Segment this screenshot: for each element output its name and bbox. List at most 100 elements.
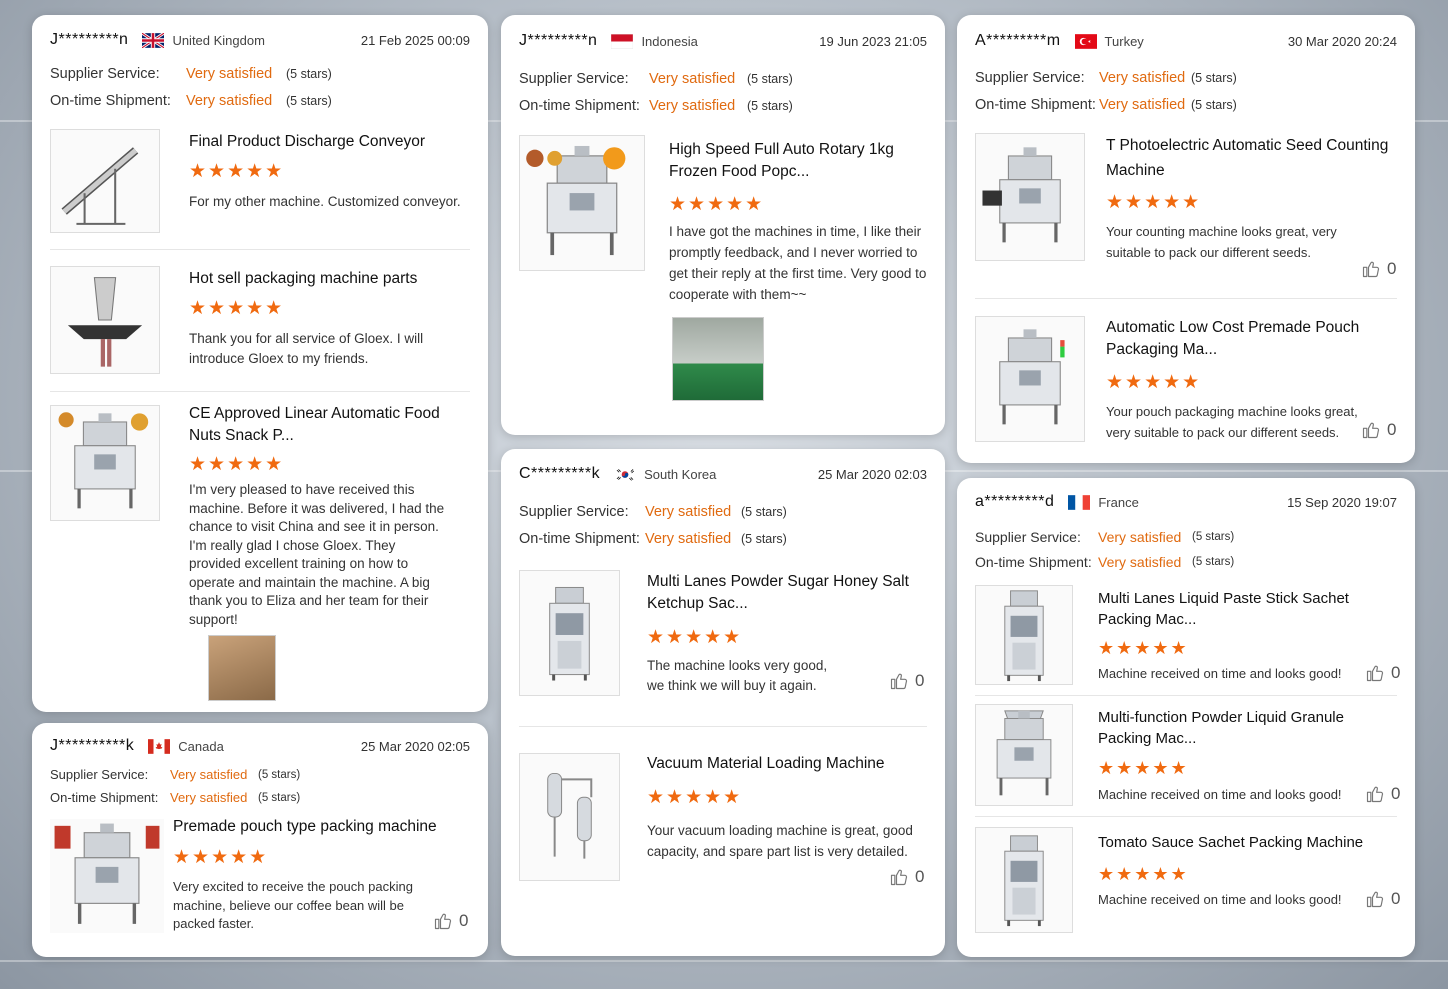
review-photo[interactable]: [672, 317, 764, 401]
like-button[interactable]: 0: [1361, 259, 1396, 279]
star-rating: ★★★★★: [1106, 372, 1202, 393]
like-button[interactable]: 0: [1361, 420, 1396, 440]
stars-count: (5 stars): [258, 791, 301, 804]
turkey-flag-icon: [1074, 33, 1097, 49]
product-title[interactable]: Hot sell packaging machine parts: [189, 268, 469, 290]
shipment-label: On-time Shipment:: [975, 97, 1096, 113]
review-comment: I'm very pleased to have received this m…: [189, 482, 445, 627]
review-comment: I have got the machines in time, I like …: [669, 224, 927, 302]
like-button[interactable]: 0: [433, 911, 468, 931]
product-title[interactable]: Vacuum Material Loading Machine: [647, 753, 917, 775]
supplier-service-label: Supplier Service:: [975, 70, 1085, 86]
like-button[interactable]: 0: [1365, 663, 1400, 683]
stars-count: (5 stars): [741, 505, 787, 519]
star-rating: ★★★★★: [669, 194, 765, 215]
product-image[interactable]: [519, 753, 620, 881]
review-comment: The machine looks very good, we think we…: [647, 658, 828, 693]
like-count: 0: [1391, 889, 1401, 908]
like-count: 0: [915, 671, 925, 690]
thumbs-up-icon: [433, 911, 453, 931]
stars-count: (5 stars): [1192, 531, 1235, 543]
product-title[interactable]: Multi Lanes Liquid Paste Stick Sachet Pa…: [1098, 588, 1388, 630]
product-title[interactable]: Final Product Discharge Conveyor: [189, 131, 469, 153]
product-image[interactable]: [975, 827, 1073, 933]
review-card-indonesia: J*********n Indonesia 19 Jun 2023 21:05 …: [501, 15, 945, 435]
like-count: 0: [459, 911, 469, 930]
reviewer-country: Indonesia: [641, 33, 698, 49]
reviewer-name: J*********n: [50, 31, 129, 48]
supplier-service-rating: Supplier Service: Very satisfied (5 stars): [975, 70, 1237, 86]
product-image[interactable]: [50, 266, 160, 374]
shipment-rating: On-time Shipment: Very satisfied (5 stars): [50, 790, 300, 805]
stars-count: (5 stars): [286, 94, 332, 108]
reviewer-name: C*********k: [519, 465, 601, 482]
product-image[interactable]: [975, 316, 1085, 442]
product-title[interactable]: Tomato Sauce Sachet Packing Machine: [1098, 832, 1388, 854]
product-image[interactable]: [519, 570, 620, 696]
review-card-south-korea: C*********k South Korea 25 Mar 2020 02:0…: [501, 449, 945, 956]
star-rating: ★★★★★: [647, 787, 743, 808]
france-flag-icon: [1068, 494, 1091, 510]
like-button[interactable]: 0: [889, 671, 924, 691]
review-comment: Very excited to receive the pouch packin…: [173, 879, 413, 931]
like-count: 0: [915, 867, 925, 886]
stars-count: (5 stars): [258, 768, 301, 781]
supplier-service-rating: Supplier Service: Very satisfied (5 stars): [50, 767, 300, 782]
review-comment: Machine received on time and looks good!: [1098, 787, 1342, 802]
supplier-service-rating: Supplier Service: Very satisfied (5 stars): [975, 529, 1234, 545]
product-title[interactable]: Premade pouch type packing machine: [173, 816, 463, 838]
like-count: 0: [1387, 259, 1397, 278]
thumbs-up-icon: [1361, 420, 1381, 440]
product-image[interactable]: [50, 819, 164, 933]
review-photo[interactable]: [208, 635, 276, 701]
review-date: 25 Mar 2020 02:05: [360, 738, 470, 754]
review-header: A*********m Turkey 30 Mar 2020 20:24: [975, 30, 1397, 52]
stars-count: (5 stars): [286, 67, 332, 81]
review-date: 21 Feb 2025 00:09: [360, 32, 470, 48]
product-image[interactable]: [519, 135, 645, 271]
star-rating: ★★★★★: [173, 847, 269, 868]
like-button[interactable]: 0: [1365, 784, 1400, 804]
review-item: Premade pouch type packing machine ★★★★★…: [50, 816, 470, 935]
product-image[interactable]: [975, 133, 1085, 261]
star-rating: ★★★★★: [189, 454, 285, 475]
reviewer-country: France: [1098, 494, 1139, 510]
shipment-rating: On-time Shipment: Very satisfied (5 stars): [50, 93, 332, 109]
like-button[interactable]: 0: [1365, 889, 1400, 909]
product-title[interactable]: Multi-function Powder Liquid Granule Pac…: [1098, 707, 1388, 749]
supplier-service-rating: Supplier Service: Very satisfied (5 stars): [519, 71, 793, 87]
review-item: Multi Lanes Powder Sugar Honey Salt Ketc…: [519, 570, 927, 698]
review-item: Vacuum Material Loading Machine ★★★★★ Yo…: [519, 753, 927, 886]
satisfaction-value: Very satisfied: [1098, 554, 1182, 570]
product-title[interactable]: Automatic Low Cost Premade Pouch Packagi…: [1106, 317, 1391, 361]
review-card-france: a*********d France 15 Sep 2020 19:07 Sup…: [957, 478, 1415, 957]
like-button[interactable]: 0: [889, 867, 924, 887]
review-item: Tomato Sauce Sachet Packing Machine ★★★★…: [975, 827, 1400, 935]
reviewer-name: a*********d: [975, 493, 1055, 510]
product-image[interactable]: [50, 129, 160, 233]
satisfaction-value: Very satisfied: [1098, 529, 1182, 545]
product-title[interactable]: CE Approved Linear Automatic Food Nuts S…: [189, 403, 459, 447]
product-image[interactable]: [50, 405, 160, 521]
star-rating: ★★★★★: [1098, 638, 1189, 658]
review-item: Automatic Low Cost Premade Pouch Packagi…: [975, 316, 1397, 446]
shipment-label: On-time Shipment:: [519, 531, 640, 547]
review-item: Hot sell packaging machine parts ★★★★★ T…: [50, 266, 470, 376]
shipment-rating: On-time Shipment: Very satisfied (5 stars): [519, 531, 787, 547]
product-title[interactable]: Multi Lanes Powder Sugar Honey Salt Ketc…: [647, 571, 917, 615]
thumbs-up-icon: [1365, 889, 1385, 909]
star-rating: ★★★★★: [189, 298, 285, 319]
product-title[interactable]: T Photoelectric Automatic Seed Counting …: [1106, 133, 1391, 183]
supplier-service-label: Supplier Service:: [519, 504, 629, 520]
review-item: High Speed Full Auto Rotary 1kg Frozen F…: [519, 135, 927, 415]
review-item: Final Product Discharge Conveyor ★★★★★ F…: [50, 129, 470, 235]
product-title[interactable]: High Speed Full Auto Rotary 1kg Frozen F…: [669, 139, 931, 183]
thumbs-up-icon: [1365, 663, 1385, 683]
product-image[interactable]: [975, 585, 1073, 685]
review-item: CE Approved Linear Automatic Food Nuts S…: [50, 405, 470, 705]
review-comment: Machine received on time and looks good!: [1098, 892, 1342, 907]
product-image[interactable]: [975, 704, 1073, 806]
review-card-turkey: A*********m Turkey 30 Mar 2020 20:24 Sup…: [957, 15, 1415, 463]
stars-count: (5 stars): [1191, 98, 1237, 112]
stars-count: (5 stars): [1192, 556, 1235, 568]
